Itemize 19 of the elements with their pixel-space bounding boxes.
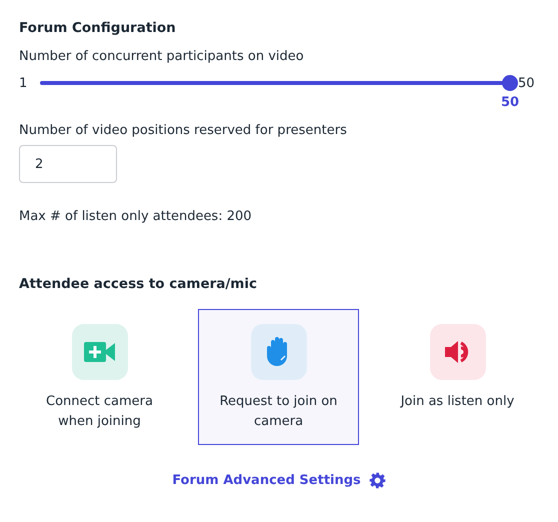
- option-label: Join as listen only: [399, 393, 516, 411]
- option-card[interactable]: Join as listen only: [377, 309, 538, 445]
- settings-icon[interactable]: [368, 472, 386, 489]
- slider-value: 50: [500, 95, 520, 110]
- slider-label: Number of concurrent participants on video: [19, 49, 305, 64]
- field-label: Number of video positions reserved for presenters: [19, 123, 348, 138]
- slider-min-label: 1: [19, 76, 28, 90]
- info-text: Max # of listen only attendees: 200: [19, 209, 253, 224]
- option-label: Connect camera when joining: [45, 393, 154, 431]
- video-camera-plus-icon: [84, 341, 116, 363]
- option-label: Request to join on camera: [218, 393, 338, 431]
- section-title: Forum Configuration: [19, 20, 177, 36]
- option-card[interactable]: Connect camera when joining: [19, 309, 180, 445]
- section-title: Attendee access to camera/mic: [19, 276, 258, 292]
- slider-max-label: 50: [518, 76, 536, 90]
- slider-thumb[interactable]: [502, 75, 518, 91]
- option-card[interactable]: Request to join on camera: [198, 309, 359, 445]
- advanced-settings-link[interactable]: Forum Advanced Settings: [172, 473, 361, 488]
- input-field[interactable]: 2: [19, 145, 117, 183]
